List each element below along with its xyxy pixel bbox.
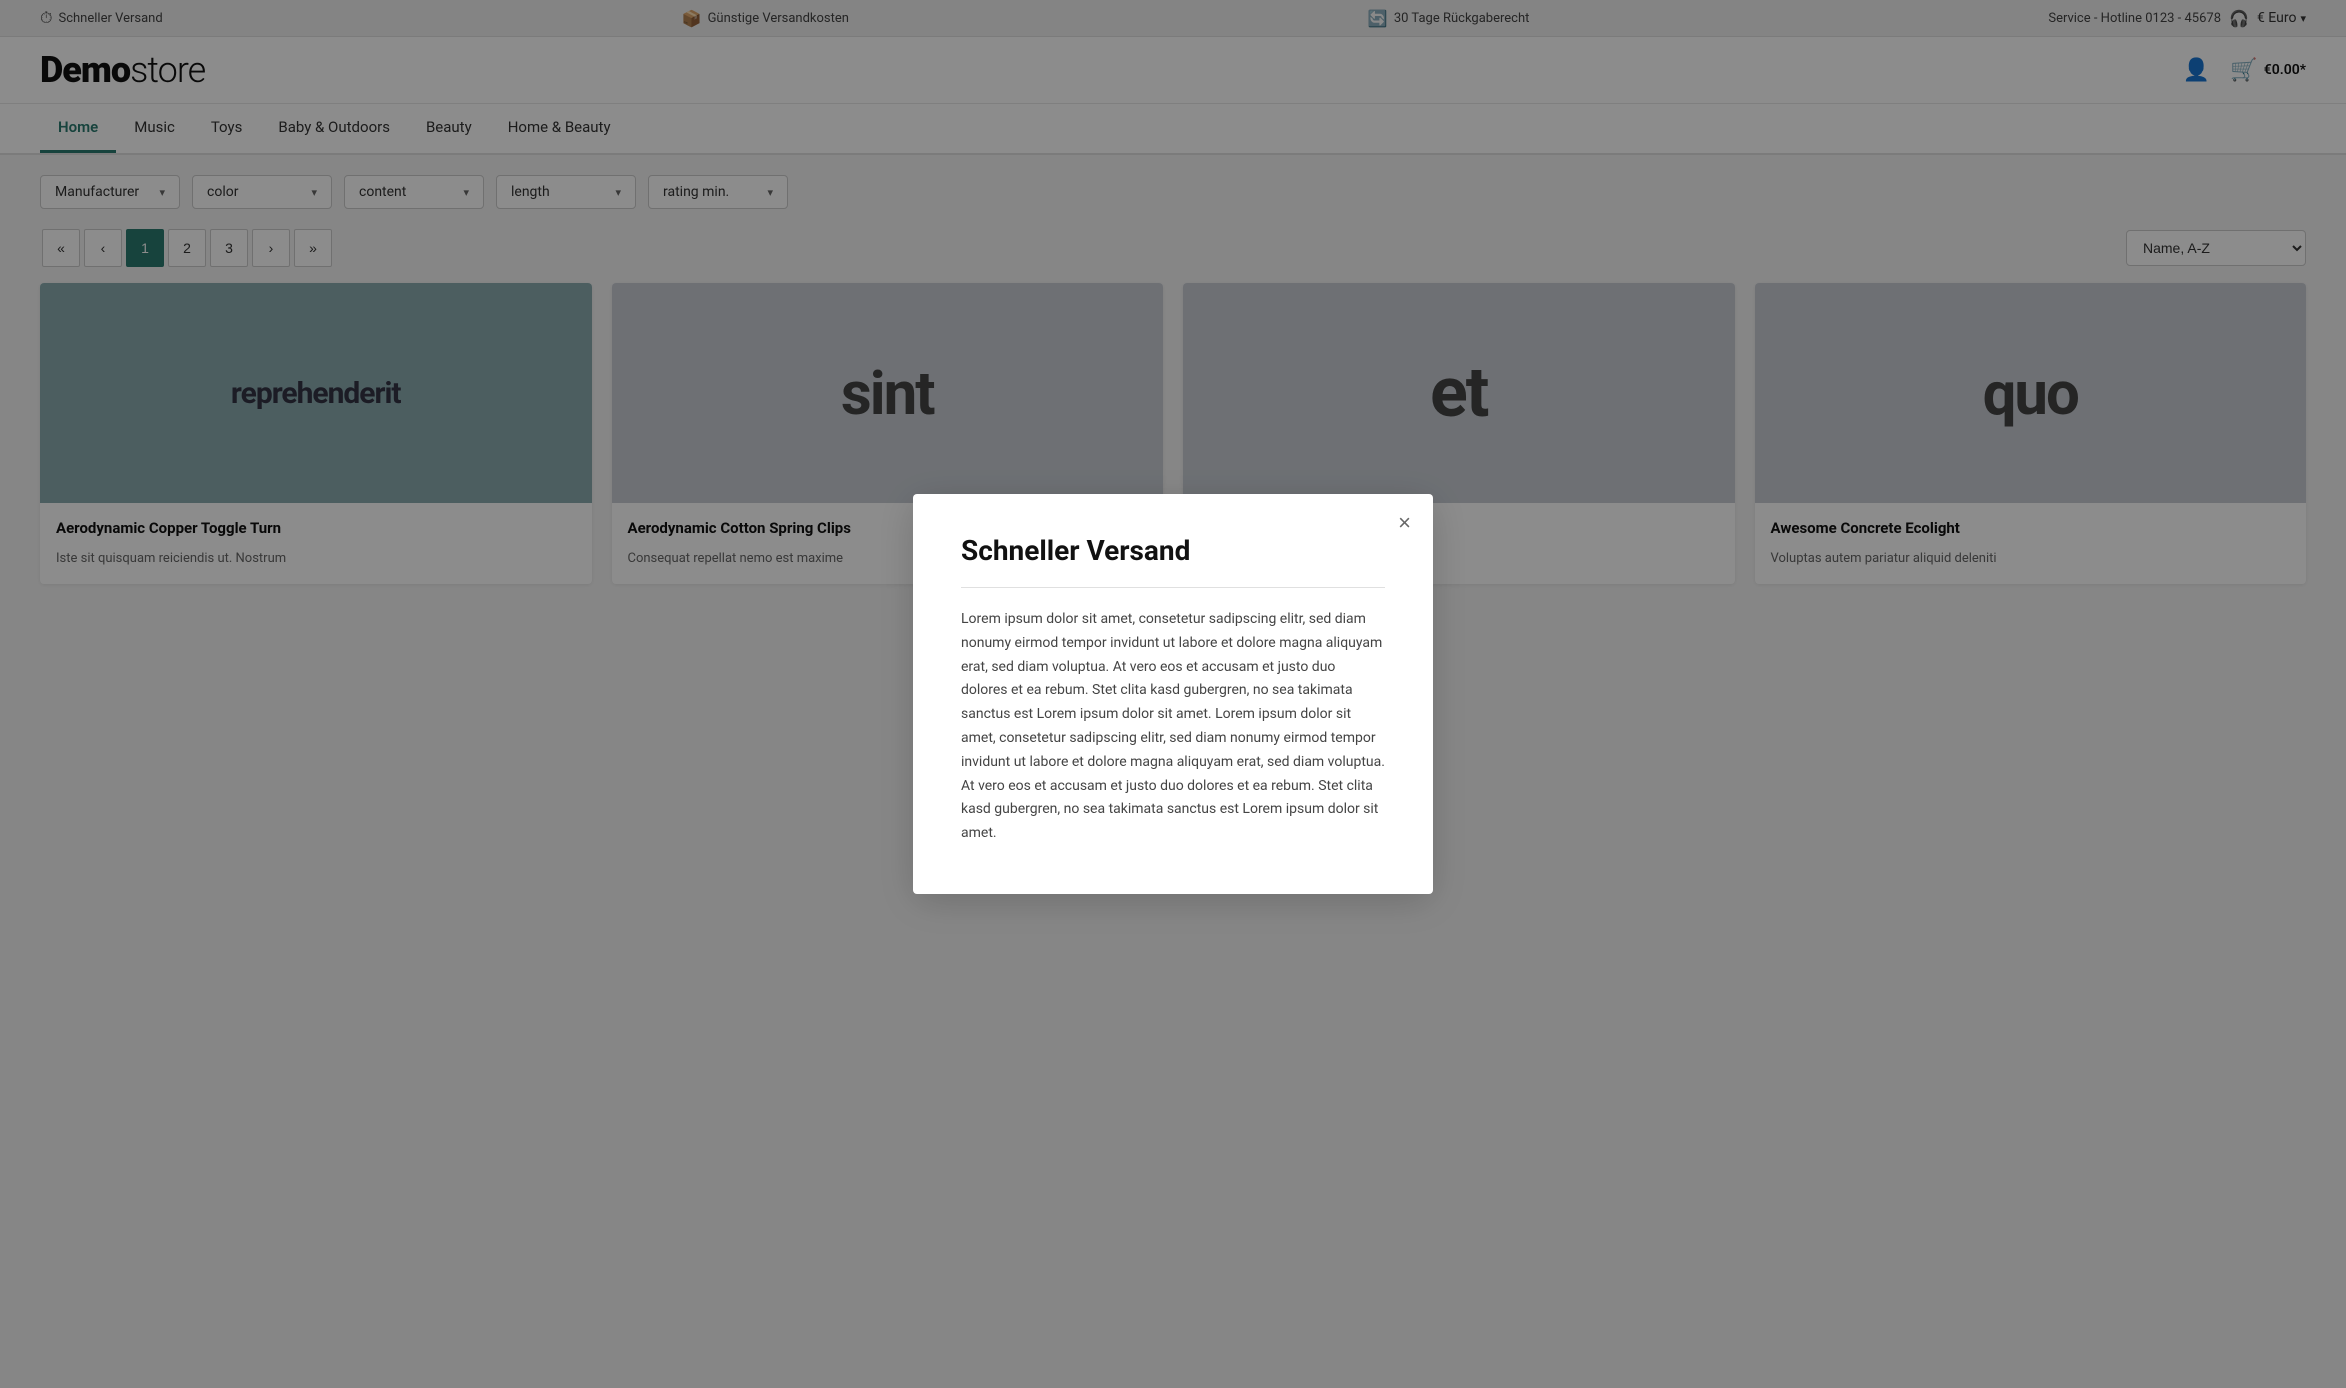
modal-close-button[interactable]: ×	[1398, 512, 1411, 534]
modal-divider	[961, 587, 1385, 588]
close-icon: ×	[1398, 510, 1411, 535]
modal-title: Schneller Versand	[961, 534, 1385, 567]
modal-overlay[interactable]: × Schneller Versand Lorem ipsum dolor si…	[0, 0, 2346, 1388]
modal-dialog: × Schneller Versand Lorem ipsum dolor si…	[913, 494, 1433, 894]
modal-body: Lorem ipsum dolor sit amet, consetetur s…	[961, 608, 1385, 846]
